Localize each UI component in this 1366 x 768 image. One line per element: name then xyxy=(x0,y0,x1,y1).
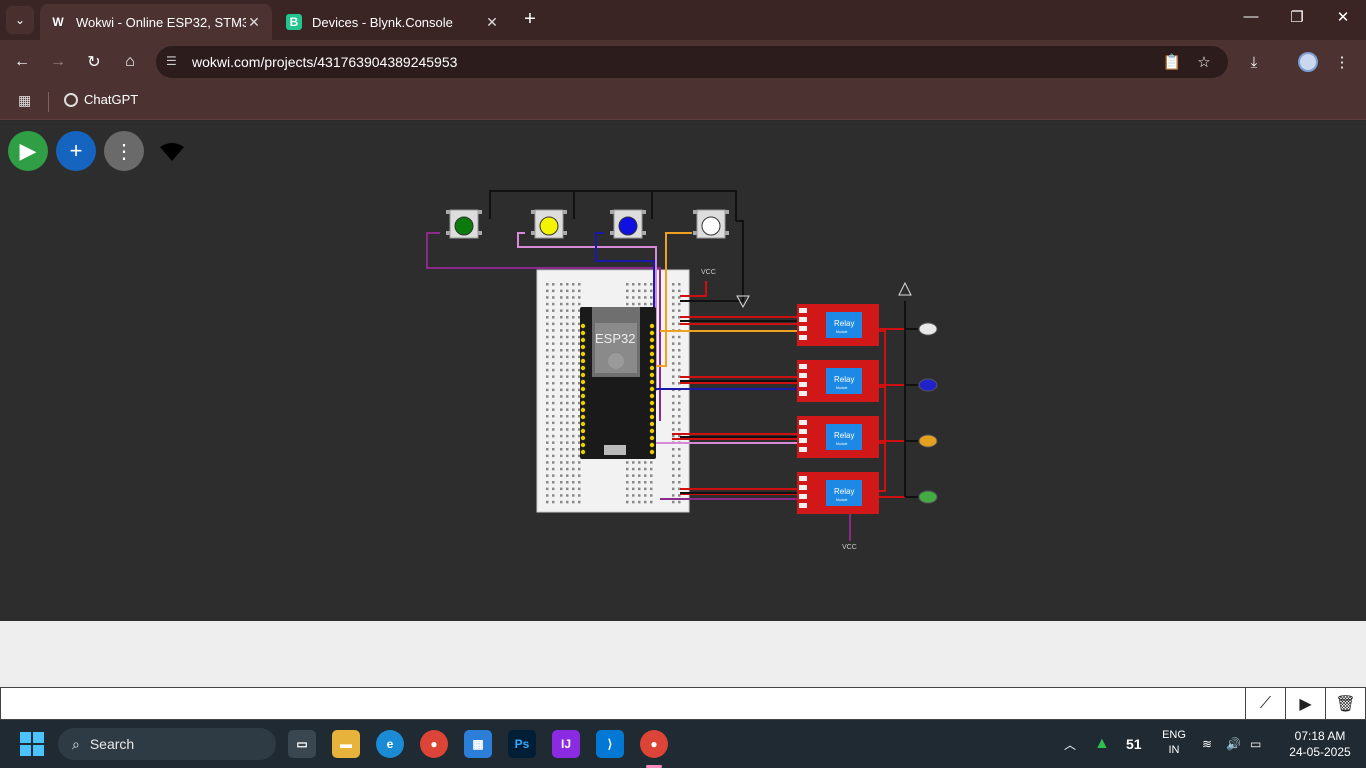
espressif-logo-icon xyxy=(608,353,624,369)
blynk-favicon-icon: B xyxy=(286,14,302,30)
tab-bar: ⌄ W Wokwi - Online ESP32, STM32, Arduino… xyxy=(0,0,1366,40)
relay-modules[interactable]: Relay Module Relay Module Relay Module Relay Mo… xyxy=(797,304,879,514)
language-code: ENG xyxy=(1162,729,1186,741)
region-code: IN xyxy=(1168,744,1180,756)
led[interactable] xyxy=(918,378,938,392)
clock-time: 07:18 AM xyxy=(1294,729,1346,743)
photoshop-icon[interactable]: Ps xyxy=(508,730,536,758)
tab-title: Wokwi - Online ESP32, STM32, Arduino xyxy=(76,14,246,30)
browser-toolbar: ← → ↻ ⌂ ☰ wokwi.com/projects/43176390438… xyxy=(0,40,1366,84)
bookmark-chatgpt[interactable]: ChatGPT xyxy=(64,92,138,107)
vcc-label-bottom: VCC xyxy=(842,544,857,551)
relay-label: Relay xyxy=(834,487,854,496)
wifi-tray-icon[interactable]: ≋ xyxy=(1202,720,1220,768)
relay-sublabel: Module xyxy=(836,330,848,334)
aqi-value: 51 xyxy=(1126,736,1142,752)
task-view-icon[interactable]: ▭ xyxy=(288,730,316,758)
pushbutton[interactable] xyxy=(610,209,646,239)
close-window-button[interactable]: ✕ xyxy=(1320,8,1366,26)
search-icon: ⌕ xyxy=(72,735,80,752)
reload-icon[interactable]: ↻ xyxy=(82,50,106,74)
intellij-icon[interactable]: IJ xyxy=(552,730,580,758)
back-icon[interactable]: ← xyxy=(10,50,34,74)
forward-icon[interactable]: → xyxy=(46,50,70,74)
pushbutton[interactable] xyxy=(693,209,729,239)
taskbar-search[interactable]: ⌕ Search xyxy=(58,728,276,760)
relay-label: Relay xyxy=(834,431,854,440)
battery-icon[interactable]: ▭ xyxy=(1250,720,1270,768)
edge-icon[interactable]: e xyxy=(376,730,404,758)
chrome-icon[interactable]: ● xyxy=(420,730,448,758)
site-info-icon[interactable]: ☰ xyxy=(166,54,182,70)
chrome-profile-icon[interactable]: ● xyxy=(640,730,668,758)
wire-relay-gnd[interactable] xyxy=(680,320,800,494)
bookmark-star-icon[interactable]: ☆ xyxy=(1192,50,1216,74)
relay-label: Relay xyxy=(834,375,854,384)
bookmarks-bar: ▦ ChatGPT xyxy=(0,84,1366,120)
wokwi-favicon-icon: W xyxy=(52,15,64,29)
circuit-diagram[interactable]: VCC VCC ESP32 RelayModuleRelayModuleRela… xyxy=(0,121,1366,621)
store-icon[interactable]: ▦ xyxy=(464,730,492,758)
profile-avatar[interactable] xyxy=(1298,52,1318,72)
tab-search-dropdown[interactable]: ⌄ xyxy=(6,6,34,34)
browser-menu-icon[interactable]: ⋮ xyxy=(1330,50,1354,74)
minimize-button[interactable]: — xyxy=(1228,8,1274,25)
aqi-icon[interactable]: ▲ xyxy=(1094,720,1114,768)
wire-gnd-down[interactable] xyxy=(736,220,744,301)
bookmark-label: ChatGPT xyxy=(84,92,139,107)
trash-icon[interactable]: 🗑 xyxy=(1325,688,1365,720)
home-icon[interactable]: ⌂ xyxy=(118,50,142,74)
usb-port xyxy=(604,445,626,455)
chatgpt-icon xyxy=(64,92,78,107)
ground-symbol-top xyxy=(898,281,912,296)
clock-date: 24-05-2025 xyxy=(1289,745,1351,759)
play-icon[interactable]: ▶ xyxy=(1285,688,1325,720)
serial-input[interactable] xyxy=(3,690,1243,718)
relay-module[interactable]: Relay Module xyxy=(797,304,879,346)
file-explorer-icon[interactable]: ▬ xyxy=(332,730,360,758)
led[interactable] xyxy=(918,490,938,504)
relay-sublabel: Module xyxy=(836,498,848,502)
system-clock[interactable]: 07:18 AM 24-05-2025 xyxy=(1282,728,1358,760)
led[interactable] xyxy=(918,322,938,336)
clipboard-icon[interactable]: 📋 xyxy=(1160,50,1184,74)
leds[interactable] xyxy=(918,322,938,504)
close-tab-icon[interactable]: ✕ xyxy=(484,14,500,31)
tab-wokwi[interactable]: W Wokwi - Online ESP32, STM32, Arduino ✕ xyxy=(40,4,272,40)
pushbutton[interactable] xyxy=(446,209,482,239)
tab-title: Devices - Blynk.Console xyxy=(312,14,453,30)
wire-relay-vcc-bus[interactable] xyxy=(878,330,886,492)
relay-label: Relay xyxy=(834,319,854,328)
relay-module[interactable]: Relay Module xyxy=(797,416,879,458)
url-text: wokwi.com/projects/431763904389245953 xyxy=(192,54,458,70)
esp32-label: ESP32 xyxy=(595,331,635,346)
serial-monitor-bar: ⟋ ▶ 🗑 xyxy=(0,687,1366,720)
pushbutton[interactable] xyxy=(531,209,567,239)
serial-monitor-output xyxy=(0,621,1366,687)
close-tab-icon[interactable]: ✕ xyxy=(246,14,262,31)
windows-taskbar: ⌕ Search ▭ ▬ e ● ▦ Ps IJ ⟩ ● ︿ ▲ 51 ENG … xyxy=(0,720,1366,768)
volume-icon[interactable]: 🔊 xyxy=(1226,720,1244,768)
wire-led-gnd[interactable] xyxy=(904,301,918,498)
address-bar[interactable]: ☰ wokwi.com/projects/431763904389245953 xyxy=(156,46,1228,78)
windows-start-icon[interactable] xyxy=(20,732,44,756)
restore-button[interactable]: ❐ xyxy=(1274,8,1320,26)
vscode-icon[interactable]: ⟩ xyxy=(596,730,624,758)
apps-grid-icon[interactable]: ▦ xyxy=(18,92,36,110)
vcc-label-top: VCC xyxy=(701,269,716,276)
download-icon[interactable]: ⤓ xyxy=(1242,50,1266,74)
relay-module[interactable]: Relay Module xyxy=(797,360,879,402)
tab-blynk[interactable]: B Devices - Blynk.Console ✕ xyxy=(276,4,510,40)
bookmark-divider xyxy=(48,92,49,112)
language-indicator[interactable]: ENG IN xyxy=(1156,728,1192,758)
new-tab-button[interactable]: + xyxy=(518,8,542,31)
search-label: Search xyxy=(89,736,135,752)
led[interactable] xyxy=(918,434,938,448)
tray-overflow-icon[interactable]: ︿ xyxy=(1064,720,1080,768)
simulation-canvas[interactable]: ▶ + ⋮ VCC VCC ESP32 Relay Module Relay M… xyxy=(0,121,1366,621)
relay-sublabel: Module xyxy=(836,442,848,446)
relay-module[interactable]: Relay Module xyxy=(797,472,879,514)
chart-icon[interactable]: ⟋ xyxy=(1245,688,1285,720)
relay-sublabel: Module xyxy=(836,386,848,390)
